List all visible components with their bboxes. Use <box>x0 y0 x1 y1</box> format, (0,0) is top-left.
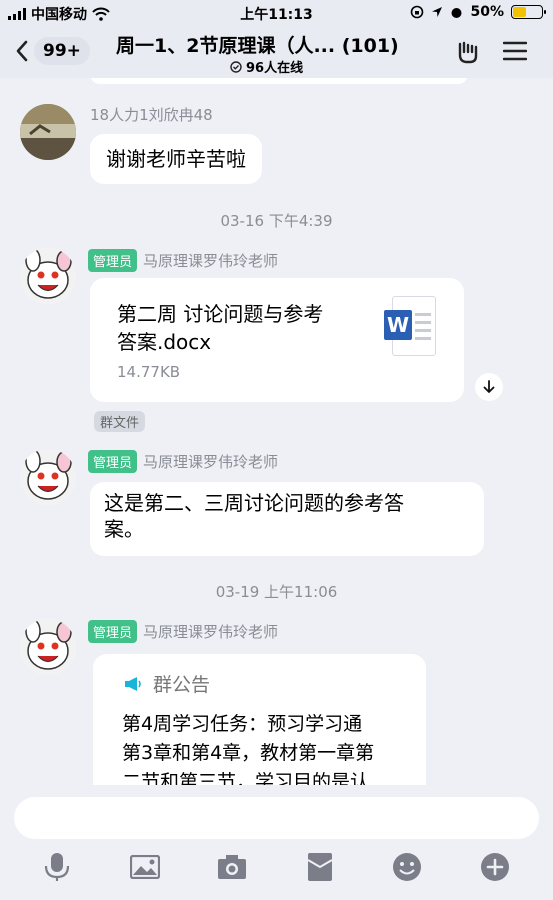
avatar[interactable] <box>20 248 76 304</box>
announcement-header: 群公告 <box>123 670 210 697</box>
status-bar: 中国移动 上午11:13 50% <box>0 0 553 26</box>
timestamp: 03-19 上午11:06 <box>215 583 338 601</box>
avatar[interactable] <box>20 104 76 160</box>
sender-line: 管理员 马原理课罗伟玲老师 <box>88 620 278 643</box>
plus-icon <box>481 853 509 881</box>
download-button[interactable] <box>475 373 503 401</box>
location-icon <box>432 7 443 17</box>
word-letter: W <box>384 310 412 340</box>
group-title[interactable]: 周一1、2节原理课（人... (101) <box>116 31 436 58</box>
battery-icon <box>511 5 546 19</box>
file-name-line: 答案.docx <box>117 330 212 354</box>
admin-tag: 管理员 <box>88 249 138 272</box>
word-doc-icon: W <box>382 296 438 358</box>
unread-badge: 99+ <box>34 37 90 65</box>
mic-icon <box>44 853 70 881</box>
avatar[interactable] <box>20 449 76 505</box>
battery-fill <box>513 7 526 17</box>
status-right: 50% <box>410 4 546 20</box>
file-name-line: 第二周 讨论问题与参考 <box>117 302 324 326</box>
sender-name-text: 18人力1刘欣冉48 <box>90 106 213 124</box>
admin-tag: 管理员 <box>88 620 138 643</box>
message-list[interactable]: 18人力1刘欣冉48 谢谢老师辛苦啦 03-16 下午4:39 管理员 马原理课… <box>0 78 553 785</box>
announcement-line: 第4周学习任务：预习学习通 <box>122 713 363 735</box>
redpacket-icon <box>307 853 333 881</box>
menu-icon <box>502 41 528 61</box>
message-bubble[interactable]: 这是第二、三周讨论问题的参考答 案。 <box>90 482 484 556</box>
message-bubble[interactable]: 谢谢老师辛苦啦 <box>90 134 262 184</box>
emoji-icon <box>393 853 421 881</box>
hand-button[interactable] <box>455 39 481 69</box>
battery-percent: 50% <box>470 4 504 20</box>
sender-line: 管理员 马原理课罗伟玲老师 <box>88 450 278 473</box>
camera-button[interactable] <box>216 851 248 883</box>
online-count-text: 96人在线 <box>246 61 304 76</box>
sender-name-text: 马原理课罗伟玲老师 <box>143 623 279 641</box>
avatar-cartoon-icon <box>20 248 76 304</box>
input-area <box>0 785 553 900</box>
back-button[interactable]: 99+ <box>16 37 90 65</box>
group-file-tag: 群文件 <box>94 411 146 432</box>
file-name: 第二周 讨论问题与参考 答案.docx <box>117 300 323 356</box>
megaphone-icon <box>125 676 141 691</box>
announcement-line: 二节和第三节，学习目的是认 <box>122 771 370 785</box>
back-icon <box>16 40 28 62</box>
file-size: 14.77KB <box>117 363 181 381</box>
sender-name: 18人力1刘欣冉48 <box>90 104 213 125</box>
avatar[interactable] <box>20 619 76 675</box>
timestamp: 03-16 下午4:39 <box>220 212 333 230</box>
rotation-lock-icon <box>411 5 424 19</box>
file-card[interactable]: 第二周 讨论问题与参考 答案.docx 14.77KB W <box>90 278 464 402</box>
message-text-line: 案。 <box>104 517 144 541</box>
previous-message-bubble <box>90 78 468 84</box>
sender-name-text: 马原理课罗伟玲老师 <box>143 453 279 471</box>
announcement-line: 第3章和第4章，教材第一章第 <box>122 742 375 764</box>
message-text: 谢谢老师辛苦啦 <box>106 147 246 171</box>
sender-line: 管理员 马原理课罗伟玲老师 <box>88 249 278 272</box>
chat-header: 99+ 周一1、2节原理课（人... (101) 96人在线 <box>0 26 553 78</box>
image-button[interactable] <box>129 851 161 883</box>
avatar-photo <box>20 104 76 160</box>
message-text-line: 这是第二、三周讨论问题的参考答 <box>104 491 404 515</box>
red-packet-button[interactable] <box>304 851 336 883</box>
download-icon <box>483 380 495 393</box>
admin-tag: 管理员 <box>88 450 138 473</box>
menu-button[interactable] <box>502 41 528 65</box>
alarm-icon <box>451 7 462 18</box>
voice-button[interactable] <box>41 851 73 883</box>
more-button[interactable] <box>479 851 511 883</box>
avatar-cartoon-icon <box>20 449 76 505</box>
message-input[interactable] <box>14 797 539 839</box>
hand-icon <box>458 41 478 64</box>
announcement-card[interactable]: 群公告 第4周学习任务：预习学习通 第3章和第4章，教材第一章第 二节和第三节，… <box>93 654 426 785</box>
clock-icon <box>230 60 242 73</box>
image-icon <box>130 855 160 879</box>
camera-icon <box>218 855 246 879</box>
announcement-body: 第4周学习任务：预习学习通 第3章和第4章，教材第一章第 二节和第三节，学习目的… <box>122 710 374 785</box>
emoji-button[interactable] <box>391 851 423 883</box>
avatar-cartoon-icon <box>20 619 76 675</box>
announcement-title: 群公告 <box>153 674 211 696</box>
sender-name-text: 马原理课罗伟玲老师 <box>143 252 279 270</box>
online-count: 96人在线 <box>230 57 303 76</box>
